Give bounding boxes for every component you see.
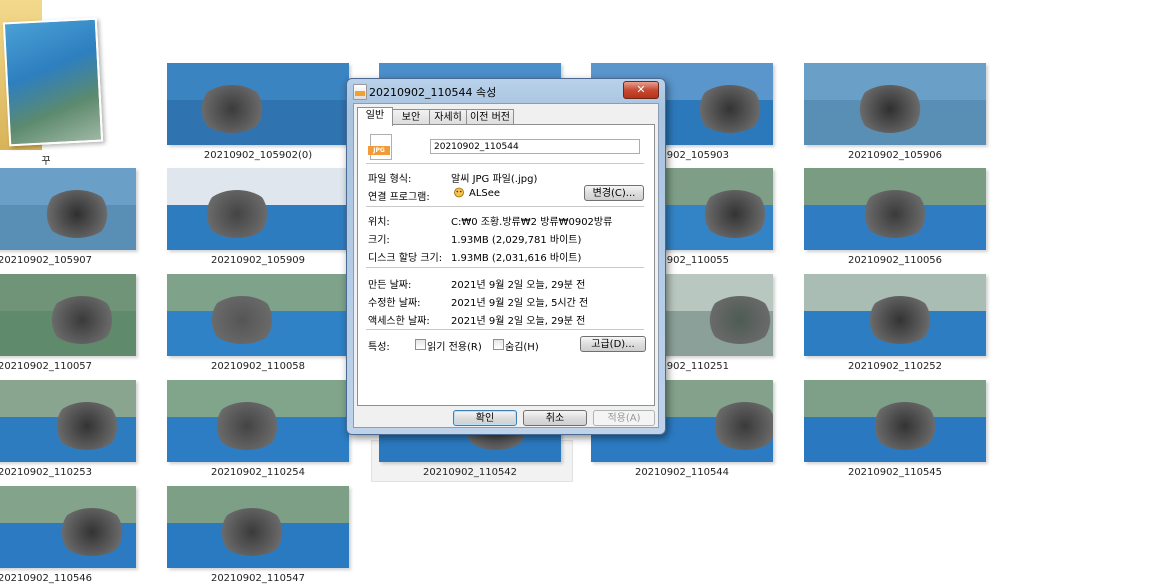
hidden-checkbox[interactable]: [493, 339, 504, 350]
apply-button[interactable]: 적용(A): [593, 410, 655, 426]
thumbnail-subject: [700, 190, 770, 238]
photo-thumbnail[interactable]: [0, 486, 136, 568]
thumbnail-caption: 20210902_110546: [0, 573, 93, 584]
file-icon: [353, 84, 367, 100]
separator: [366, 163, 644, 164]
thumbnail-subject: [855, 85, 925, 133]
file-name-input[interactable]: 20210902_110544: [430, 139, 640, 154]
dialog-client: 일반 보안 자세히 이전 버전 JPG 20210902_110544 파일 형…: [353, 103, 659, 428]
thumbnail-caption: 20210902_110252: [847, 361, 943, 372]
jpg-icon-label: JPG: [368, 146, 390, 155]
thumbnail-subject: [57, 508, 127, 556]
location-label: 위치:: [368, 217, 390, 228]
separator: [366, 329, 644, 330]
accessed-value: 2021년 9월 2일 오늘, 29분 전: [451, 316, 586, 327]
cancel-button[interactable]: 취소: [523, 410, 587, 426]
opens-with-value: ALSee: [469, 188, 501, 199]
hidden-label: 숨김(H): [505, 342, 539, 353]
thumbnail-caption: 20210902_110544: [634, 467, 730, 478]
folder-icon[interactable]: [0, 0, 110, 150]
thumbnail-subject: [42, 190, 112, 238]
thumbnail-caption: 20210902_105909: [210, 255, 306, 266]
photo-thumbnail[interactable]: [167, 168, 349, 250]
thumbnail-subject: [870, 402, 940, 450]
attributes-label: 특성:: [368, 342, 390, 353]
thumbnail-subject: [212, 402, 282, 450]
thumbnail-caption: 20210902_110545: [847, 467, 943, 478]
tab-details[interactable]: 자세히: [429, 109, 467, 125]
thumbnail-caption: 20210902_110056: [847, 255, 943, 266]
created-value: 2021년 9월 2일 오늘, 29분 전: [451, 280, 586, 291]
general-panel: JPG 20210902_110544 파일 형식: 알씨 JPG 파일(.jp…: [357, 124, 655, 406]
photo-thumbnail[interactable]: [804, 274, 986, 356]
thumbnail-caption: 20210902_110547: [210, 573, 306, 584]
photo-thumbnail[interactable]: [167, 486, 349, 568]
thumbnail-subject: [860, 190, 930, 238]
opens-with-label: 연결 프로그램:: [368, 192, 430, 203]
thumbnail-caption: 20210902_105907: [0, 255, 93, 266]
ok-button[interactable]: 확인: [453, 410, 517, 426]
thumbnail-caption: 20210902_105906: [847, 150, 943, 161]
thumbnail-subject: [52, 402, 122, 450]
thumbnail-subject: [217, 508, 287, 556]
alsee-app-icon: [454, 187, 464, 198]
advanced-button[interactable]: 고급(D)...: [580, 336, 646, 352]
tab-general[interactable]: 일반: [357, 107, 393, 126]
close-button[interactable]: ✕: [623, 81, 659, 99]
photo-thumbnail[interactable]: [0, 168, 136, 250]
folder-preview-photo: [2, 17, 104, 147]
jpg-file-icon: JPG: [368, 134, 392, 160]
thumbnail-subject: [202, 190, 272, 238]
disk-size-value: 1.93MB (2,031,616 바이트): [451, 253, 582, 264]
separator: [366, 267, 644, 268]
photo-thumbnail[interactable]: [167, 274, 349, 356]
folder-label: 꾸: [41, 156, 51, 167]
photo-thumbnail[interactable]: [804, 63, 986, 145]
readonly-checkbox[interactable]: [415, 339, 426, 350]
thumbnail-subject: [705, 296, 773, 344]
thumbnail-subject: [710, 402, 773, 450]
properties-dialog: 20210902_110544 속성 ✕ 일반 보안 자세히 이전 버전 JPG…: [346, 78, 666, 435]
location-value: C:₩0 조황.방류₩2 방류₩0902방류: [451, 217, 613, 228]
size-label: 크기:: [368, 235, 390, 246]
readonly-label: 읽기 전용(R): [427, 342, 482, 353]
thumbnail-caption: 20210902_110542: [422, 467, 518, 478]
change-button[interactable]: 변경(C)...: [584, 185, 644, 201]
tab-security[interactable]: 보안: [392, 109, 430, 125]
thumbnail-subject: [47, 296, 117, 344]
disk-size-label: 디스크 할당 크기:: [368, 253, 443, 264]
thumbnail-subject: [197, 85, 267, 133]
file-type-value: 알씨 JPG 파일(.jpg): [451, 174, 538, 185]
created-label: 만든 날짜:: [368, 280, 412, 291]
thumbnail-caption: 20210902_110254: [210, 467, 306, 478]
thumbnail-subject: [695, 85, 765, 133]
dialog-title: 20210902_110544 속성: [369, 86, 497, 99]
separator: [366, 206, 644, 207]
thumbnail-caption: 20210902_110057: [0, 361, 93, 372]
photo-thumbnail[interactable]: [0, 380, 136, 462]
thumbnail-subject: [865, 296, 935, 344]
thumbnail-caption: 20210902_110058: [210, 361, 306, 372]
photo-thumbnail[interactable]: [804, 380, 986, 462]
photo-thumbnail[interactable]: [804, 168, 986, 250]
accessed-label: 액세스한 날짜:: [368, 316, 430, 327]
tab-previous-versions[interactable]: 이전 버전: [466, 109, 514, 125]
photo-thumbnail[interactable]: [167, 63, 349, 145]
modified-value: 2021년 9월 2일 오늘, 5시간 전: [451, 298, 589, 309]
modified-label: 수정한 날짜:: [368, 298, 421, 309]
photo-thumbnail[interactable]: [167, 380, 349, 462]
photo-thumbnail[interactable]: [0, 274, 136, 356]
thumbnail-caption: 20210902_110253: [0, 467, 93, 478]
thumbnail-caption: 20210902_105902(0): [203, 150, 313, 161]
size-value: 1.93MB (2,029,781 바이트): [451, 235, 582, 246]
file-type-label: 파일 형식:: [368, 174, 412, 185]
thumbnail-subject: [207, 296, 277, 344]
title-bar[interactable]: 20210902_110544 속성 ✕: [347, 79, 665, 103]
